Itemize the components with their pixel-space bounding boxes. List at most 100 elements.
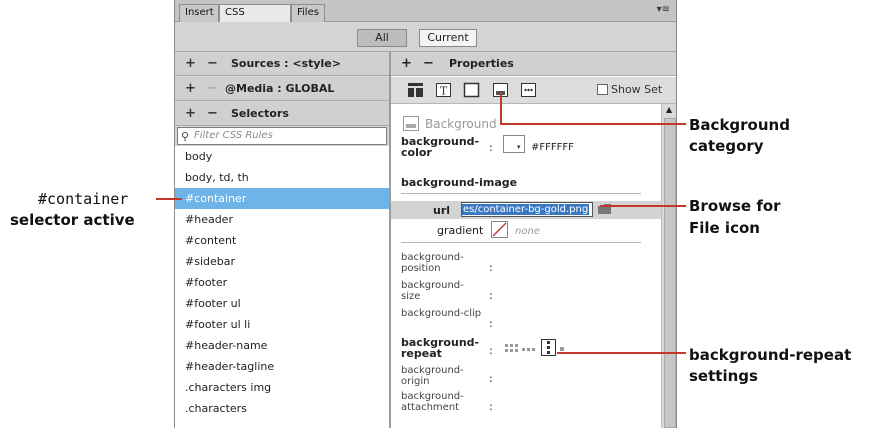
- selector-list: body body, td, th #container #header #co…: [175, 146, 389, 428]
- bg-origin-label-1: background-: [401, 365, 464, 376]
- bg-repeat-label-2: repeat: [401, 347, 442, 360]
- colon: :: [489, 372, 493, 385]
- search-icon: ⚲: [181, 130, 190, 143]
- selector-item[interactable]: #header-tagline: [175, 356, 389, 377]
- gradient-value: none: [515, 226, 540, 237]
- tab-files[interactable]: Files: [291, 4, 325, 22]
- properties-header: + − Properties: [391, 52, 676, 76]
- layout-category-icon[interactable]: [407, 82, 424, 98]
- bg-color-value[interactable]: #FFFFFF: [531, 142, 574, 153]
- dropdown-arrow-icon: ▾: [517, 143, 521, 151]
- bg-size-label-1: background-: [401, 280, 464, 291]
- gradient-label: gradient: [437, 224, 484, 237]
- panel-menu-icon[interactable]: ▾≡: [657, 4, 670, 15]
- callout-line-category-vertical: [500, 93, 502, 125]
- selector-item[interactable]: #sidebar: [175, 251, 389, 272]
- text-category-icon[interactable]: T: [435, 82, 452, 98]
- repeat-x-icon[interactable]: [522, 347, 536, 352]
- colon: :: [489, 400, 493, 413]
- url-row: url es/container-bg-gold.png: [391, 201, 661, 219]
- filter-placeholder: Filter CSS Rules: [194, 130, 273, 141]
- bg-attachment-label-2: attachment: [401, 402, 460, 413]
- bg-color-swatch[interactable]: ▾: [503, 135, 525, 153]
- properties-list: Background background- color : ▾ #FFFFFF…: [391, 104, 661, 428]
- left-pane: + − Sources : <style> + − @Media : GLOBA…: [175, 52, 389, 428]
- divider: [401, 242, 641, 243]
- selector-item[interactable]: .characters: [175, 398, 389, 419]
- divider: [401, 193, 641, 194]
- add-media-button[interactable]: +: [185, 77, 196, 101]
- selector-item[interactable]: #footer ul: [175, 293, 389, 314]
- css-designer-panel: Insert CSS Designer Files ▾≡ All Current…: [174, 0, 677, 428]
- url-value: es/container-bg-gold.png: [462, 204, 590, 215]
- scrollbar-thumb[interactable]: [664, 118, 676, 428]
- annotation-category-line1: Background: [689, 116, 790, 134]
- bg-clip-label: background-clip: [401, 308, 482, 319]
- category-toolbar: T Show Set: [391, 77, 676, 104]
- repeat-icon[interactable]: [505, 344, 519, 354]
- annotation-browse-line1: Browse for: [689, 197, 781, 215]
- selector-item[interactable]: #header-name: [175, 335, 389, 356]
- bg-origin-label-2: origin: [401, 376, 430, 387]
- current-toggle-button[interactable]: Current: [419, 29, 477, 47]
- gradient-swatch-icon[interactable]: [491, 221, 508, 238]
- selector-item[interactable]: #footer: [175, 272, 389, 293]
- background-section-icon: [403, 116, 419, 131]
- selectors-header: + − Selectors: [175, 102, 389, 126]
- add-property-button[interactable]: +: [401, 52, 412, 76]
- properties-scrollbar[interactable]: ▲: [661, 104, 676, 428]
- bg-image-title: background-image: [401, 176, 518, 189]
- media-header: + − @Media : GLOBAL: [175, 77, 389, 101]
- add-selector-button[interactable]: +: [185, 102, 196, 126]
- view-toggle-row: All Current: [175, 22, 676, 52]
- checkbox-icon: [597, 84, 608, 95]
- annotation-category-line2: category: [689, 137, 764, 155]
- repeat-y-icon[interactable]: [541, 339, 556, 356]
- bg-color-label-2: color: [401, 146, 432, 159]
- right-pane: + − Properties T Show Set Background bac…: [391, 52, 676, 428]
- remove-media-button[interactable]: −: [207, 77, 218, 101]
- background-section-label: Background: [425, 117, 497, 131]
- annotation-repeat-line1: background-repeat: [689, 346, 852, 364]
- svg-text:T: T: [440, 85, 448, 98]
- add-source-button[interactable]: +: [185, 52, 196, 76]
- all-toggle-button[interactable]: All: [357, 29, 407, 47]
- annotation-selector-line1: #container: [38, 190, 129, 208]
- selector-item[interactable]: body, td, th: [175, 167, 389, 188]
- selector-item-active[interactable]: #container: [175, 188, 389, 209]
- remove-source-button[interactable]: −: [207, 52, 218, 76]
- url-label: url: [433, 204, 451, 217]
- annotation-selector-line2: selector active: [10, 211, 135, 229]
- selectors-label: Selectors: [231, 107, 289, 120]
- colon: :: [489, 289, 493, 302]
- properties-label: Properties: [449, 57, 514, 70]
- callout-line-selector: [156, 198, 182, 200]
- sources-label: Sources : <style>: [231, 57, 341, 70]
- selector-item[interactable]: #footer ul li: [175, 314, 389, 335]
- tab-insert[interactable]: Insert: [179, 4, 219, 22]
- selector-item[interactable]: #header: [175, 209, 389, 230]
- colon: :: [489, 344, 493, 357]
- selector-item[interactable]: .characters img: [175, 377, 389, 398]
- colon: :: [489, 261, 493, 274]
- remove-property-button[interactable]: −: [423, 52, 434, 76]
- callout-line-browse: [600, 205, 686, 207]
- scroll-up-icon[interactable]: ▲: [666, 105, 672, 114]
- selector-item[interactable]: #content: [175, 230, 389, 251]
- remove-selector-button[interactable]: −: [207, 102, 218, 126]
- tab-css-designer[interactable]: CSS Designer: [219, 4, 291, 34]
- sources-header: + − Sources : <style>: [175, 52, 389, 76]
- selector-item[interactable]: body: [175, 146, 389, 167]
- annotation-repeat-line2: settings: [689, 367, 758, 385]
- no-repeat-icon[interactable]: [560, 347, 564, 351]
- more-category-icon[interactable]: [520, 82, 537, 98]
- media-label: @Media : GLOBAL: [225, 82, 335, 95]
- border-category-icon[interactable]: [463, 82, 480, 98]
- bg-attachment-label-1: background-: [401, 391, 464, 402]
- bg-position-label-2: position: [401, 263, 441, 274]
- colon: :: [489, 317, 493, 330]
- filter-css-rules-input[interactable]: ⚲ Filter CSS Rules: [177, 127, 387, 145]
- url-input[interactable]: es/container-bg-gold.png: [461, 202, 593, 217]
- colon: :: [489, 141, 493, 154]
- show-set-checkbox[interactable]: Show Set: [597, 83, 662, 97]
